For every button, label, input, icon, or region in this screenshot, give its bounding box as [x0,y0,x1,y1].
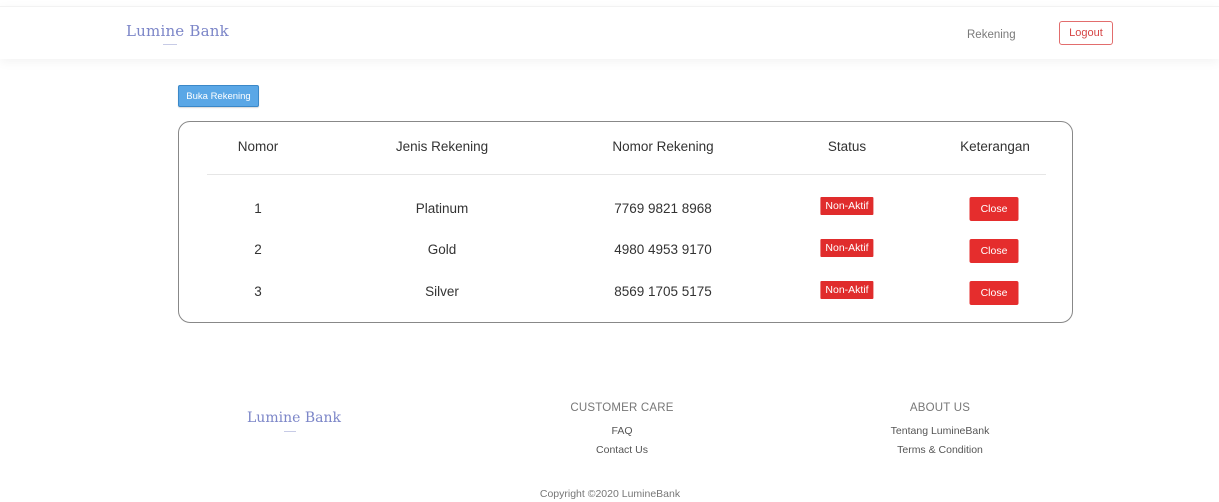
copyright-text: Copyright ©2020 LumineBank [539,488,681,500]
row-number: 1 [254,201,262,216]
header-nomor-rekening: Nomor Rekening [612,139,714,154]
header-status: Status [827,139,867,154]
account-number: 7769 9821 8968 [614,201,712,216]
nav-link-rekening[interactable]: Rekening [967,29,1016,41]
open-account-button[interactable]: Buka Rekening [178,85,259,107]
footer-customer-care-heading: CUSTOMER CARE [570,402,674,414]
accounts-table: Nomor Jenis Rekening Nomor Rekening Stat… [178,121,1073,323]
brand-logo[interactable]: Lumine Bank [126,22,229,40]
brand-underline [163,44,177,45]
footer-link-terms[interactable]: Terms & Condition [897,444,983,456]
header-jenis-rekening: Jenis Rekening [395,139,489,154]
status-badge: Non-Aktif [820,239,874,257]
account-type: Platinum [415,201,469,216]
navbar: Lumine Bank Rekening Logout [0,6,1219,59]
account-number: 4980 4953 9170 [614,242,712,257]
footer-link-tentang[interactable]: Tentang LumineBank [891,425,990,437]
footer-about-us-heading: ABOUT US [909,402,971,414]
footer-brand-underline [284,431,296,432]
close-account-button[interactable]: Close [969,197,1019,221]
header-divider [207,174,1046,175]
status-badge: Non-Aktif [820,197,874,215]
header-keterangan: Keterangan [960,139,1030,154]
logout-button[interactable]: Logout [1059,21,1113,45]
account-type: Gold [427,242,457,257]
row-number: 3 [254,284,262,299]
close-account-button[interactable]: Close [969,239,1019,263]
footer-brand-logo[interactable]: Lumine Bank [247,410,341,426]
status-badge: Non-Aktif [820,281,874,299]
footer-link-contact-us[interactable]: Contact Us [596,444,648,456]
account-number: 8569 1705 5175 [614,284,712,299]
footer-link-faq[interactable]: FAQ [611,425,632,437]
row-number: 2 [254,242,262,257]
header-nomor: Nomor [237,139,279,154]
account-type: Silver [425,284,459,299]
close-account-button[interactable]: Close [969,281,1019,305]
